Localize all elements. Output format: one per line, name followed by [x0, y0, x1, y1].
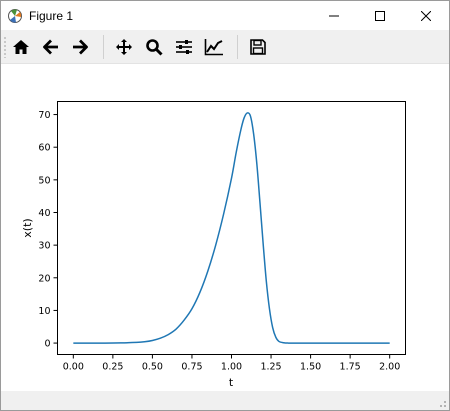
y-tick-label: 60 — [38, 143, 50, 154]
x-axis-label: t — [229, 376, 234, 389]
magnifier-icon — [146, 39, 163, 56]
window-title: Figure 1 — [29, 8, 74, 23]
save-button[interactable] — [245, 34, 271, 60]
x-tick-label: 1.25 — [260, 362, 281, 373]
x-tick-label: 2.00 — [379, 362, 400, 373]
line-chart-icon — [204, 39, 223, 56]
y-tick-label: 70 — [38, 110, 50, 121]
y-axis-label: x(t) — [21, 218, 34, 237]
navigation-toolbar — [1, 30, 449, 64]
floppy-disk-icon — [250, 39, 266, 55]
arrow-right-icon — [73, 39, 88, 55]
axes-frame — [57, 101, 406, 355]
minimize-icon — [329, 15, 339, 16]
x-tick-label: 0.25 — [102, 362, 123, 373]
resize-grip-icon[interactable] — [437, 398, 447, 408]
y-tick-label: 0 — [44, 339, 50, 350]
status-bar — [1, 391, 449, 410]
title-bar[interactable]: Figure 1 — [1, 1, 449, 30]
y-tick-label: 10 — [38, 306, 50, 317]
matplotlib-figure-icon — [8, 8, 22, 23]
sliders-icon — [176, 40, 192, 54]
close-icon — [421, 10, 431, 21]
x-tick-label: 0.50 — [142, 362, 163, 373]
maximize-icon — [375, 10, 385, 21]
pan-button[interactable] — [111, 34, 137, 60]
toolbar-grip[interactable] — [4, 36, 6, 58]
toolbar-separator — [103, 35, 104, 59]
x-tick-label: 0.00 — [63, 362, 84, 373]
toolbar-separator — [237, 35, 238, 59]
y-tick-label: 40 — [38, 208, 50, 219]
home-button[interactable] — [8, 34, 34, 60]
x-tick-label: 1.00 — [221, 362, 242, 373]
forward-button[interactable] — [67, 34, 93, 60]
home-icon — [13, 40, 29, 54]
back-button[interactable] — [38, 34, 64, 60]
zoom-button[interactable] — [141, 34, 167, 60]
y-tick-label: 20 — [38, 273, 50, 284]
line-chart[interactable]: 0.00 0.25 0.50 0.75 1.00 1.25 1.50 1.75 2.00 0 10… — [1, 64, 449, 391]
edit-axes-button[interactable] — [201, 34, 227, 60]
x-tick-label: 0.75 — [181, 362, 202, 373]
minimize-button[interactable] — [311, 1, 357, 30]
arrow-left-icon — [43, 39, 58, 55]
maximize-button[interactable] — [357, 1, 403, 30]
close-button[interactable] — [403, 1, 449, 30]
figure-canvas[interactable]: 0.00 0.25 0.50 0.75 1.00 1.25 1.50 1.75 2.00 0 10… — [1, 64, 449, 391]
x-tick-label: 1.75 — [340, 362, 361, 373]
move-icon — [116, 39, 132, 55]
figure-window: Figure 1 0.00 0.25 0.50 0.75 1.00 1.25 1… — [0, 0, 450, 411]
y-tick-label: 30 — [38, 241, 50, 252]
y-tick-label: 50 — [38, 175, 50, 186]
subplots-button[interactable] — [171, 34, 197, 60]
x-tick-label: 1.50 — [300, 362, 321, 373]
